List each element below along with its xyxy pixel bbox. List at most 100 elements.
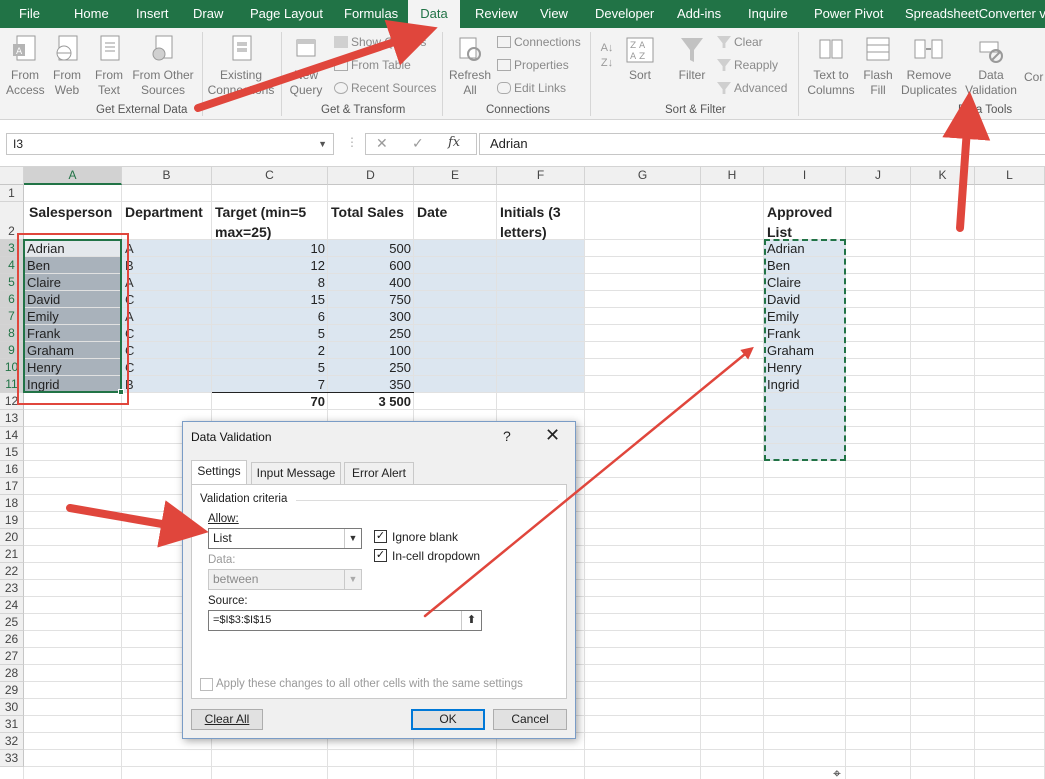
- row-header-12[interactable]: 12: [0, 393, 24, 410]
- ignore-blank-checkbox[interactable]: ✓: [374, 530, 387, 543]
- select-all-corner[interactable]: [0, 167, 24, 185]
- ok-button[interactable]: OK: [411, 709, 485, 730]
- tab-view[interactable]: View: [540, 0, 568, 28]
- column-header-d[interactable]: D: [328, 167, 414, 185]
- cell-department[interactable]: C: [122, 343, 212, 359]
- cell-target[interactable]: 5: [212, 360, 328, 376]
- row-header-2[interactable]: 2: [0, 202, 24, 240]
- cell-target[interactable]: 7: [212, 377, 328, 393]
- sort-button[interactable]: Z AA Z Sort: [622, 34, 658, 83]
- tab-settings[interactable]: Settings: [191, 460, 247, 485]
- row-header-1[interactable]: 1: [0, 185, 24, 202]
- tab-developer[interactable]: Developer: [595, 0, 654, 28]
- cell-target[interactable]: 2: [212, 343, 328, 359]
- flash-fill-button[interactable]: Flash Fill: [860, 34, 896, 98]
- row-header-26[interactable]: 26: [0, 631, 24, 648]
- data-validation-button[interactable]: Data Validation: [962, 34, 1020, 98]
- column-header-j[interactable]: J: [846, 167, 911, 185]
- column-header-c[interactable]: C: [212, 167, 328, 185]
- cell-total-sales[interactable]: 600: [328, 258, 414, 274]
- column-header-b[interactable]: B: [122, 167, 212, 185]
- help-button[interactable]: ?: [503, 428, 511, 444]
- apply-all-checkbox[interactable]: [200, 678, 213, 691]
- edit-links-button[interactable]: Edit Links: [497, 80, 566, 96]
- header-approved-list[interactable]: Approved List: [764, 202, 846, 242]
- properties-button[interactable]: Properties: [497, 57, 569, 73]
- formula-input[interactable]: Adrian: [479, 133, 1045, 155]
- tab-power-pivot[interactable]: Power Pivot: [814, 0, 883, 28]
- tab-spreadsheetconverter-v8[interactable]: SpreadsheetConverter v8: [905, 0, 1045, 28]
- tab-inquire[interactable]: Inquire: [748, 0, 788, 28]
- row-header-30[interactable]: 30: [0, 699, 24, 716]
- tab-draw[interactable]: Draw: [193, 0, 223, 28]
- tab-input-message[interactable]: Input Message: [251, 462, 341, 484]
- cell-target[interactable]: 5: [212, 326, 328, 342]
- row-header-9[interactable]: 9: [0, 342, 24, 359]
- filter-button[interactable]: Filter: [674, 34, 710, 83]
- cell-department[interactable]: A: [122, 241, 212, 257]
- cell-target[interactable]: 10: [212, 241, 328, 257]
- column-header-k[interactable]: K: [911, 167, 975, 185]
- row-header-33[interactable]: 33: [0, 750, 24, 767]
- row-header-15[interactable]: 15: [0, 444, 24, 461]
- refresh-all-button[interactable]: Refresh All: [446, 34, 494, 98]
- row-header-18[interactable]: 18: [0, 495, 24, 512]
- collapse-dialog-icon[interactable]: ⬆: [461, 611, 481, 630]
- from-table-button[interactable]: From Table: [334, 57, 411, 73]
- in-cell-dropdown-checkbox[interactable]: ✓: [374, 549, 387, 562]
- cancel-edit-icon[interactable]: ✕: [376, 135, 388, 152]
- cell-department[interactable]: A: [122, 275, 212, 291]
- row-header-24[interactable]: 24: [0, 597, 24, 614]
- row-header-10[interactable]: 10: [0, 359, 24, 376]
- cell-target[interactable]: 8: [212, 275, 328, 291]
- cell-target[interactable]: 12: [212, 258, 328, 274]
- insert-function-icon[interactable]: fx: [448, 135, 460, 150]
- name-box-dropdown-icon[interactable]: ▼: [318, 134, 327, 154]
- from-text-button[interactable]: From Text: [91, 34, 127, 98]
- show-queries-button[interactable]: Show Queries: [334, 34, 426, 50]
- row-header-8[interactable]: 8: [0, 325, 24, 342]
- tab-page-layout[interactable]: Page Layout: [250, 0, 323, 28]
- tab-review[interactable]: Review: [475, 0, 518, 28]
- cell-total-sales[interactable]: 250: [328, 360, 414, 376]
- row-header-21[interactable]: 21: [0, 546, 24, 563]
- header-total-sales[interactable]: Total Sales: [328, 202, 414, 222]
- header-target[interactable]: Target (min=5 max=25): [212, 202, 328, 242]
- row-header-14[interactable]: 14: [0, 427, 24, 444]
- confirm-edit-icon[interactable]: ✓: [412, 135, 424, 152]
- cell-department[interactable]: C: [122, 360, 212, 376]
- cell-target[interactable]: 6: [212, 309, 328, 325]
- row-header-23[interactable]: 23: [0, 580, 24, 597]
- cell-total-sales[interactable]: 400: [328, 275, 414, 291]
- remove-duplicates-button[interactable]: Remove Duplicates: [898, 34, 960, 98]
- tab-add-ins[interactable]: Add-ins: [677, 0, 721, 28]
- cell-total-sales[interactable]: 750: [328, 292, 414, 308]
- sort-az-button[interactable]: A↓ Z↓: [596, 40, 618, 70]
- header-initials[interactable]: Initials (3 letters): [497, 202, 585, 242]
- row-header-32[interactable]: 32: [0, 733, 24, 750]
- row-header-19[interactable]: 19: [0, 512, 24, 529]
- column-header-f[interactable]: F: [497, 167, 585, 185]
- tab-home[interactable]: Home: [74, 0, 109, 28]
- cell-total-sales[interactable]: 100: [328, 343, 414, 359]
- from-other-sources-button[interactable]: From Other Sources: [130, 34, 196, 98]
- column-header-i[interactable]: I: [764, 167, 846, 185]
- reapply-button[interactable]: Reapply: [717, 57, 778, 73]
- row-header-3[interactable]: 3: [0, 240, 24, 257]
- row-header-22[interactable]: 22: [0, 563, 24, 580]
- row-header-4[interactable]: 4: [0, 257, 24, 274]
- cell-department[interactable]: B: [122, 377, 212, 393]
- column-header-e[interactable]: E: [414, 167, 497, 185]
- row-header-16[interactable]: 16: [0, 461, 24, 478]
- clear-button[interactable]: Clear: [717, 34, 763, 50]
- advanced-button[interactable]: Advanced: [717, 80, 787, 96]
- existing-connections-button[interactable]: Existing Connections: [207, 34, 275, 98]
- header-department[interactable]: Department: [122, 202, 212, 222]
- row-header-20[interactable]: 20: [0, 529, 24, 546]
- cell-department[interactable]: B: [122, 258, 212, 274]
- connections-button[interactable]: Connections: [497, 34, 581, 50]
- from-web-button[interactable]: From Web: [49, 34, 85, 98]
- cell-department[interactable]: A: [122, 309, 212, 325]
- name-box[interactable]: I3 ▼: [6, 133, 334, 155]
- row-header-31[interactable]: 31: [0, 716, 24, 733]
